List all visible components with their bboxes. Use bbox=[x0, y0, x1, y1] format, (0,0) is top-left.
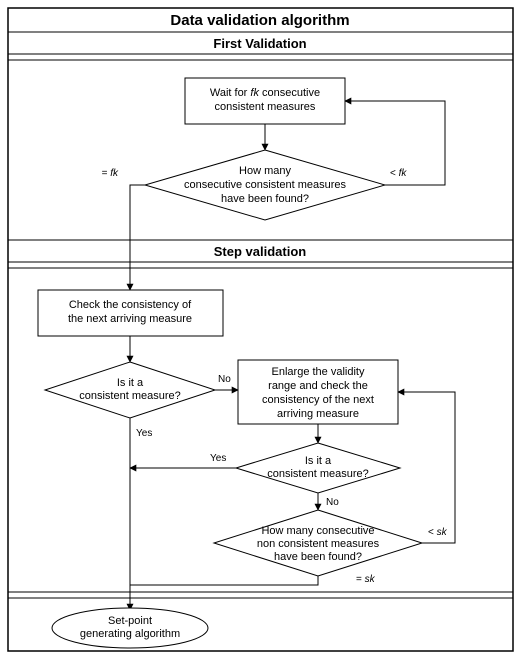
wait-l1a: Wait for bbox=[210, 87, 251, 99]
section-step-validation: Step validation bbox=[214, 244, 307, 259]
label-eq-fk: = fk bbox=[102, 168, 119, 179]
q1-l1: Is it a bbox=[117, 377, 144, 389]
q3-l2: non consistent measures bbox=[257, 538, 380, 550]
label-q1-yes: Yes bbox=[136, 428, 152, 439]
q3-l1: How many consecutive bbox=[261, 525, 374, 537]
svg-text:Wait for fk consecutive: Wait for fk consecutive bbox=[210, 87, 320, 99]
q3-l3: have been found? bbox=[274, 551, 362, 563]
howmany-l2: consecutive consistent measures bbox=[184, 179, 347, 191]
check-l1: Check the consistency of bbox=[69, 299, 192, 311]
label-q2-yes: Yes bbox=[210, 453, 226, 464]
terminator-l2: generating algorithm bbox=[80, 628, 180, 640]
enlarge-l2: range and check the bbox=[268, 380, 368, 392]
q1-l2: consistent measure? bbox=[79, 390, 181, 402]
q2-l2: consistent measure? bbox=[267, 468, 369, 480]
check-l2: the next arriving measure bbox=[68, 313, 192, 325]
enlarge-l3: consistency of the next bbox=[262, 394, 374, 406]
enlarge-l1: Enlarge the validity bbox=[272, 366, 365, 378]
wait-l2: consistent measures bbox=[215, 101, 316, 113]
label-q2-no: No bbox=[326, 497, 339, 508]
label-lt-fk: < fk bbox=[390, 168, 407, 179]
label-eq-sk: = sk bbox=[356, 574, 376, 585]
enlarge-l4: arriving measure bbox=[277, 408, 359, 420]
label-lt-sk: < sk bbox=[428, 527, 448, 538]
wait-l1b: consecutive bbox=[259, 87, 320, 99]
howmany-l1: How many bbox=[239, 165, 291, 177]
howmany-l3: have been found? bbox=[221, 193, 309, 205]
terminator-l1: Set-point bbox=[108, 615, 152, 627]
section-first-validation: First Validation bbox=[213, 36, 306, 51]
flowchart: Data validation algorithm First Validati… bbox=[0, 0, 521, 659]
q2-l1: Is it a bbox=[305, 455, 332, 467]
diagram-title: Data validation algorithm bbox=[170, 12, 349, 29]
label-q1-no: No bbox=[218, 374, 231, 385]
